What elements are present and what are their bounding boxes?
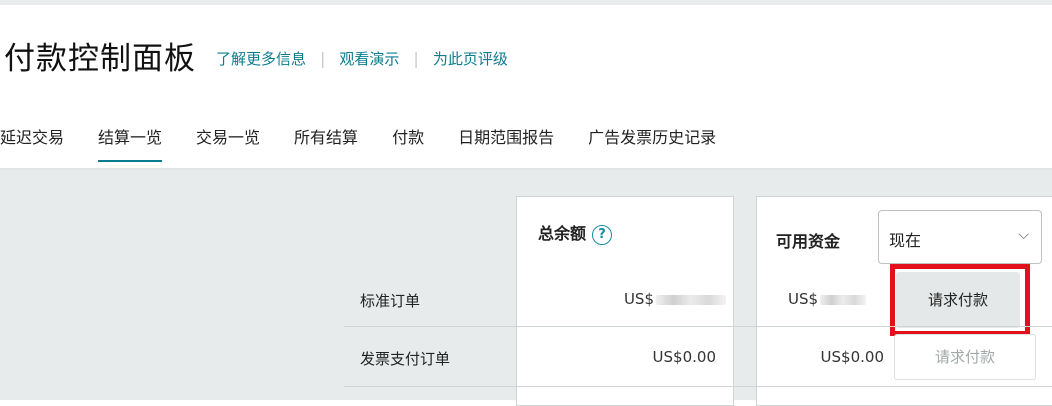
tab-ad-invoice-history[interactable]: 广告发票历史记录 — [588, 118, 716, 162]
link-separator: | — [413, 48, 419, 68]
row-divider — [344, 386, 1052, 387]
header-links: 了解更多信息 | 观看演示 | 为此页评级 — [216, 48, 508, 69]
redacted-amount — [820, 294, 867, 305]
period-select-value: 现在 — [889, 231, 922, 250]
available-funds-label: 可用资金 — [776, 232, 841, 251]
tab-deferred-transactions[interactable]: 延迟交易 — [0, 118, 64, 162]
page-title: 付款控制面板 — [4, 40, 196, 77]
standard-orders-available: US$ — [788, 290, 884, 308]
top-border — [0, 0, 1052, 5]
learn-more-link[interactable]: 了解更多信息 — [216, 48, 306, 69]
help-icon[interactable]: ? — [592, 224, 613, 245]
redacted-amount — [656, 294, 726, 305]
tab-statement-view[interactable]: 结算一览 — [98, 118, 163, 162]
invoiced-orders-total: US$0.00 — [652, 348, 716, 366]
request-payment-button[interactable]: 请求付款 — [896, 272, 1020, 328]
rate-page-link[interactable]: 为此页评级 — [433, 48, 508, 69]
row-divider — [344, 326, 1052, 327]
total-balance-header: 总余额? — [538, 220, 613, 245]
page-header: 付款控制面板 了解更多信息 | 观看演示 | 为此页评级 — [0, 30, 508, 80]
standard-orders-total: US$ — [600, 290, 726, 308]
tab-bar: 延迟交易 结算一览 交易一览 所有结算 付款 日期范围报告 广告发票历史记录 — [0, 118, 750, 168]
chevron-down-icon: ⌵ — [1018, 227, 1029, 243]
tab-disbursements[interactable]: 付款 — [392, 118, 424, 162]
link-separator: | — [320, 48, 326, 68]
tab-all-statements[interactable]: 所有结算 — [294, 118, 358, 162]
watch-demo-link[interactable]: 观看演示 — [339, 48, 399, 69]
request-payment-button-disabled: 请求付款 — [894, 334, 1036, 380]
tab-transaction-view[interactable]: 交易一览 — [196, 118, 260, 162]
total-balance-label: 总余额 — [538, 224, 587, 243]
invoiced-orders-label: 发票支付订单 — [360, 350, 451, 368]
standard-orders-label: 标准订单 — [360, 292, 421, 310]
period-select[interactable]: 现在 ⌵ — [878, 210, 1042, 264]
invoiced-orders-available: US$0.00 — [820, 348, 884, 366]
tab-date-range-reports[interactable]: 日期范围报告 — [458, 118, 554, 162]
